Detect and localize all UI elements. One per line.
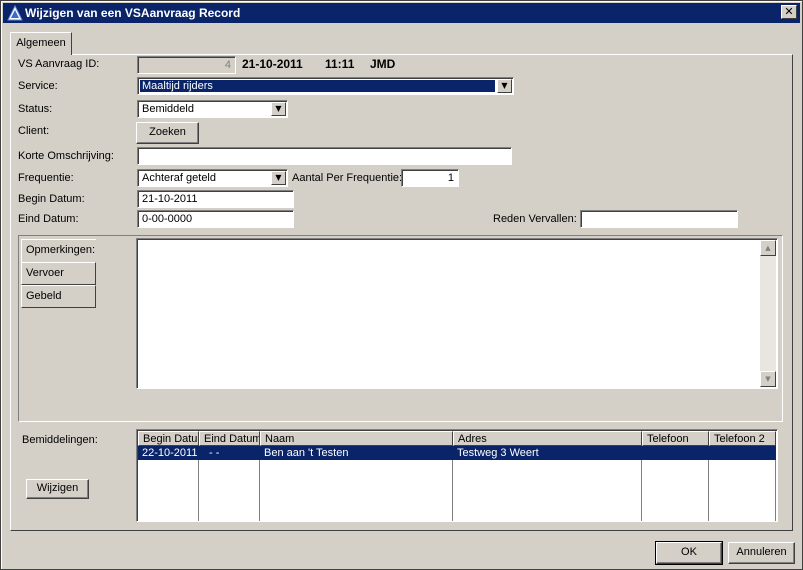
eind-datum-label: Eind Datum: <box>18 213 79 225</box>
column-header-telefoon[interactable]: Telefoon <box>642 431 709 446</box>
side-tab-gebeld[interactable]: Gebeld <box>21 285 96 308</box>
window-title: Wijzigen van een VSAanvraag Record <box>25 6 241 20</box>
opmerkingen-textarea[interactable]: ▲ ▼ <box>136 238 778 389</box>
begin-datum-input[interactable]: 21-10-2011 <box>137 190 294 208</box>
status-select[interactable]: Bemiddeld ▼ <box>137 100 288 118</box>
korte-omschrijving-input[interactable] <box>137 147 512 165</box>
wijzigen-button[interactable]: Wijzigen <box>26 479 89 499</box>
cell-begin-datum: 22-10-2011 <box>142 447 198 459</box>
zoeken-button[interactable]: Zoeken <box>136 122 199 144</box>
cell-naam: Ben aan 't Testen <box>264 447 349 459</box>
chevron-down-icon[interactable]: ▼ <box>271 171 286 185</box>
aanvraag-user: JMD <box>370 57 396 71</box>
scroll-up-icon[interactable]: ▲ <box>760 240 776 256</box>
column-header-begin-datum[interactable]: Begin Datum <box>138 431 199 446</box>
cell-telefoon-2 <box>709 446 776 460</box>
reden-vervallen-input[interactable] <box>580 210 738 228</box>
reden-vervallen-label: Reden Vervallen: <box>493 213 577 225</box>
scroll-down-icon[interactable]: ▼ <box>760 371 776 387</box>
tab-algemeen[interactable]: Algemeen <box>10 32 72 55</box>
aanvraag-id-field: 4 <box>137 56 236 74</box>
bemiddelingen-label: Bemiddelingen: <box>22 434 98 446</box>
dialog-window: Wijzigen van een VSAanvraag Record ✕ Alg… <box>0 0 803 570</box>
column-header-adres[interactable]: Adres <box>453 431 642 446</box>
bemiddelingen-grid[interactable]: Begin Datum Eind Datum Naam Adres Telefo… <box>136 429 778 522</box>
title-bar[interactable]: Wijzigen van een VSAanvraag Record ✕ <box>3 3 800 23</box>
status-label: Status: <box>18 103 53 115</box>
ok-button[interactable]: OK <box>655 541 723 565</box>
memo-scrollbar[interactable]: ▲ ▼ <box>760 240 776 387</box>
eind-datum-input[interactable]: 0-00-0000 <box>137 210 294 228</box>
aanvraag-id-label: VS Aanvraag ID: <box>18 58 100 70</box>
frequentie-select[interactable]: Achteraf geteld ▼ <box>137 169 288 187</box>
cell-adres: Testweg 3 Weert <box>457 447 539 459</box>
aanvraag-time: 11:11 <box>325 57 355 71</box>
chevron-down-icon[interactable]: ▼ <box>271 102 286 116</box>
cell-telefoon <box>642 446 709 460</box>
begin-datum-label: Begin Datum: <box>18 193 85 205</box>
aanvraag-date: 21-10-2011 <box>242 57 303 71</box>
cell-eind-datum: - - <box>209 447 220 459</box>
service-value: Maaltijd rijders <box>140 80 495 92</box>
service-label: Service: <box>18 80 58 92</box>
client-label: Client: <box>18 125 50 137</box>
close-icon[interactable]: ✕ <box>781 5 797 19</box>
side-tab-vervoer[interactable]: Vervoer <box>21 262 96 285</box>
chevron-down-icon[interactable]: ▼ <box>497 79 512 93</box>
annuleren-button[interactable]: Annuleren <box>728 542 795 564</box>
column-header-eind-datum[interactable]: Eind Datum <box>199 431 260 446</box>
triangle-app-icon <box>7 5 23 21</box>
frequentie-value: Achteraf geteld <box>142 172 216 184</box>
service-select[interactable]: Maaltijd rijders ▼ <box>137 77 514 95</box>
column-header-naam[interactable]: Naam <box>260 431 453 446</box>
column-header-telefoon-2[interactable]: Telefoon 2 <box>709 431 776 446</box>
aantal-per-frequentie-label: Aantal Per Frequentie: <box>292 172 403 184</box>
status-value: Bemiddeld <box>142 103 194 115</box>
korte-omschrijving-label: Korte Omschrijving: <box>18 150 114 162</box>
frequentie-label: Frequentie: <box>18 172 74 184</box>
aantal-per-frequentie-input[interactable]: 1 <box>401 169 459 187</box>
